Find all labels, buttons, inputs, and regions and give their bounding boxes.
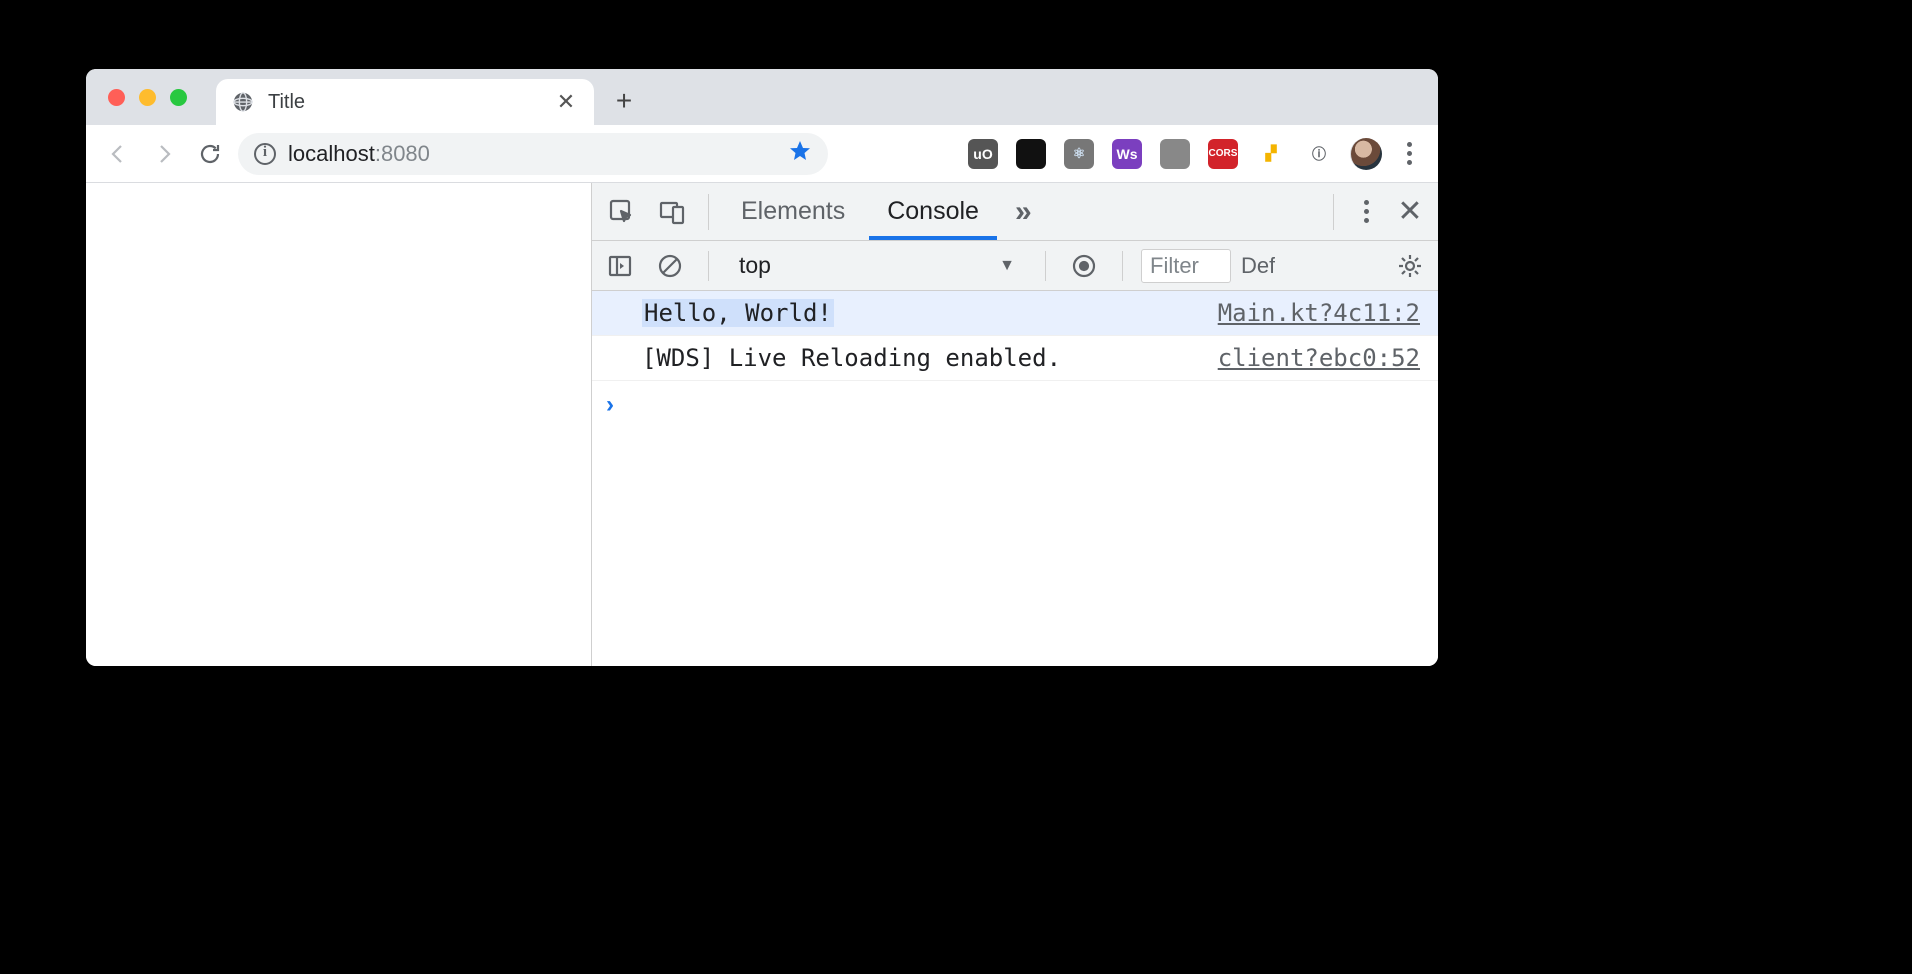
- tab-strip: Title ✕ +: [86, 69, 1438, 125]
- separator: [1045, 251, 1046, 281]
- maximize-window-button[interactable]: [170, 89, 187, 106]
- minimize-window-button[interactable]: [139, 89, 156, 106]
- separator: [1333, 194, 1334, 230]
- extension-mouse-icon[interactable]: [1160, 139, 1190, 169]
- tab-console[interactable]: Console: [869, 183, 997, 240]
- browser-toolbar: localhost:8080 uO ⚛ Ws CORS ▞ ⓘ: [86, 125, 1438, 183]
- clear-console-icon[interactable]: [650, 246, 690, 286]
- browser-menu-button[interactable]: [1394, 142, 1424, 165]
- separator: [1122, 251, 1123, 281]
- url-text: localhost:8080: [288, 141, 430, 167]
- forward-button[interactable]: [146, 136, 182, 172]
- tab-close-button[interactable]: ✕: [554, 89, 578, 115]
- console-message: [WDS] Live Reloading enabled. client?ebc0…: [592, 336, 1438, 381]
- reload-button[interactable]: [192, 136, 228, 172]
- log-levels-selector[interactable]: Default levels: [1241, 253, 1275, 279]
- chevron-right-icon: ›: [606, 391, 614, 419]
- context-label: top: [739, 252, 771, 279]
- console-message: Hello, World! Main.kt?4c11:2: [592, 291, 1438, 336]
- message-text: Hello, World!: [642, 299, 834, 327]
- extension-ublock-icon[interactable]: uO: [968, 139, 998, 169]
- toggle-sidebar-icon[interactable]: [600, 246, 640, 286]
- devtools-close-button[interactable]: ✕: [1390, 194, 1430, 229]
- tab-elements[interactable]: Elements: [723, 183, 863, 240]
- devtools-menu-button[interactable]: [1346, 200, 1386, 223]
- message-source-link[interactable]: Main.kt?4c11:2: [1218, 299, 1420, 327]
- address-bar[interactable]: localhost:8080: [238, 133, 828, 175]
- extensions-area: uO ⚛ Ws CORS ▞ ⓘ: [968, 139, 1334, 169]
- console-output: Hello, World! Main.kt?4c11:2 [WDS] Live Re…: [592, 291, 1438, 381]
- chevron-down-icon: ▼: [999, 257, 1015, 275]
- live-expression-icon[interactable]: [1064, 246, 1104, 286]
- close-window-button[interactable]: [108, 89, 125, 106]
- device-toolbar-icon[interactable]: [650, 190, 694, 234]
- console-input-row[interactable]: ›: [592, 381, 1438, 429]
- browser-window: Title ✕ + localhost:8080 uO ⚛ Ws CORS ▞ ⓘ: [86, 69, 1438, 666]
- window-controls: [108, 89, 187, 106]
- browser-tab[interactable]: Title ✕: [216, 79, 594, 125]
- page-viewport[interactable]: [86, 183, 591, 666]
- extension-react-icon[interactable]: ⚛: [1064, 139, 1094, 169]
- extension-lighthouse-icon[interactable]: ▞: [1256, 139, 1286, 169]
- devtools-panel: Elements Console » ✕ top ▼: [591, 183, 1438, 666]
- console-settings-icon[interactable]: [1390, 246, 1430, 286]
- extension-cors-icon[interactable]: CORS: [1208, 139, 1238, 169]
- new-tab-button[interactable]: +: [604, 81, 644, 121]
- tab-title: Title: [268, 91, 540, 114]
- globe-icon: [232, 91, 254, 113]
- message-source-link[interactable]: client?ebc0:52: [1218, 344, 1420, 372]
- separator: [708, 251, 709, 281]
- devtools-tab-bar: Elements Console » ✕: [592, 183, 1438, 241]
- execution-context-selector[interactable]: top ▼: [727, 247, 1027, 285]
- filter-input[interactable]: Filter: [1141, 249, 1231, 283]
- extension-apollo-icon[interactable]: [1016, 139, 1046, 169]
- console-toolbar: top ▼ Filter Default levels: [592, 241, 1438, 291]
- inspect-element-icon[interactable]: [600, 190, 644, 234]
- message-text: [WDS] Live Reloading enabled.: [642, 344, 1061, 372]
- content-area: Elements Console » ✕ top ▼: [86, 183, 1438, 666]
- profile-avatar[interactable]: [1350, 138, 1382, 170]
- bookmark-star-icon[interactable]: [788, 139, 812, 168]
- extension-webstorm-icon[interactable]: Ws: [1112, 139, 1142, 169]
- more-tabs-button[interactable]: »: [1015, 195, 1032, 229]
- back-button[interactable]: [100, 136, 136, 172]
- site-info-icon[interactable]: [254, 143, 276, 165]
- separator: [708, 194, 709, 230]
- extension-info-icon[interactable]: ⓘ: [1304, 139, 1334, 169]
